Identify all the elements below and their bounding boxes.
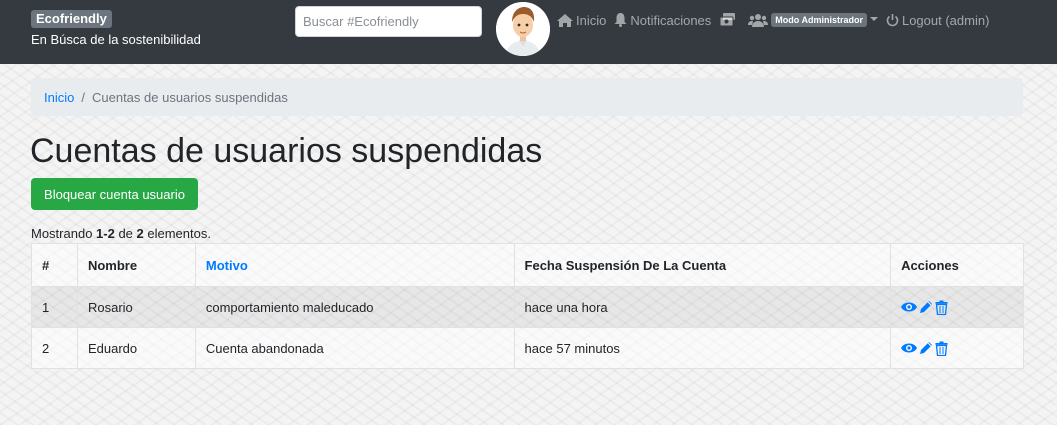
- delete-button[interactable]: [935, 300, 948, 315]
- cell-nombre: Eduardo: [76, 327, 196, 369]
- summary-total: 2: [136, 226, 144, 241]
- nav-admin-mode[interactable]: Modo Administrador: [748, 13, 878, 27]
- column-header-index: #: [31, 243, 78, 287]
- cell-fecha: hace una hora: [513, 286, 892, 328]
- summary-prefix: Mostrando: [31, 226, 97, 241]
- table-header-row: # Nombre Motivo Fecha Suspensión De La C…: [31, 243, 1024, 287]
- cell-motivo: Cuenta abandonada: [194, 327, 515, 369]
- breadcrumb-home[interactable]: Inicio: [44, 90, 74, 105]
- breadcrumb: Inicio / Cuentas de usuarios suspendidas: [31, 78, 1023, 116]
- column-header-motivo[interactable]: Motivo: [194, 243, 515, 287]
- summary-middle: de: [114, 226, 137, 241]
- trash-icon: [935, 341, 948, 356]
- cell-acciones: [890, 286, 1024, 328]
- nav-messages[interactable]: [719, 13, 740, 27]
- pencil-icon: [920, 301, 933, 313]
- summary-suffix: elementos.: [143, 226, 211, 241]
- nav-notifications-label: Notificaciones: [630, 12, 712, 28]
- power-icon: [886, 14, 899, 27]
- view-button[interactable]: [901, 342, 918, 354]
- avatar-image: [496, 2, 550, 56]
- money-icon: [719, 13, 736, 27]
- cell-motivo: comportamiento maleducado: [194, 286, 515, 328]
- delete-button[interactable]: [935, 341, 948, 356]
- eye-icon: [901, 302, 918, 312]
- cell-index: 1: [31, 286, 78, 328]
- cell-acciones: [890, 327, 1024, 369]
- search-input[interactable]: [295, 6, 482, 37]
- edit-button[interactable]: [919, 300, 933, 314]
- brand[interactable]: Ecofriendly En Búsca de la sostenibilida…: [31, 10, 201, 47]
- column-header-nombre: Nombre: [76, 243, 196, 287]
- block-user-button[interactable]: Bloquear cuenta usuario: [31, 178, 198, 210]
- view-button[interactable]: [901, 301, 918, 313]
- avatar[interactable]: [496, 2, 550, 56]
- top-navbar: Ecofriendly En Búsca de la sostenibilida…: [0, 0, 1057, 64]
- cell-nombre: Rosario: [76, 286, 196, 328]
- nav-home-label: Inicio: [576, 12, 607, 28]
- pencil-icon: [920, 342, 933, 354]
- cell-index: 2: [31, 327, 78, 369]
- column-header-fecha: Fecha Suspensión De La Cuenta: [513, 243, 892, 287]
- table-row: 1 Rosario comportamiento maleducado hace…: [31, 286, 1024, 328]
- column-header-acciones: Acciones: [890, 243, 1024, 287]
- results-summary: Mostrando 1-2 de 2 elementos.: [31, 226, 211, 241]
- admin-mode-badge: Modo Administrador: [771, 13, 867, 27]
- nav-logout-label: Logout (admin): [901, 12, 990, 28]
- nav-logout[interactable]: Logout (admin): [886, 13, 989, 28]
- eye-icon: [901, 343, 918, 353]
- suspended-accounts-table: # Nombre Motivo Fecha Suspensión De La C…: [31, 243, 1024, 369]
- chevron-down-icon: [869, 17, 878, 21]
- nav-notifications[interactable]: Notificaciones: [614, 13, 711, 28]
- nav-links: Inicio Notificaciones Modo Administrador…: [557, 11, 997, 29]
- summary-range: 1-2: [96, 226, 115, 241]
- nav-home[interactable]: Inicio: [557, 13, 606, 28]
- edit-button[interactable]: [919, 341, 933, 355]
- trash-icon: [935, 300, 948, 315]
- cell-fecha: hace 57 minutos: [513, 327, 892, 369]
- breadcrumb-separator: /: [81, 89, 85, 105]
- page-title: Cuentas de usuarios suspendidas: [30, 132, 543, 170]
- home-icon: [557, 13, 573, 27]
- bell-icon: [614, 13, 627, 27]
- brand-tagline: En Búsca de la sostenibilidad: [31, 32, 201, 47]
- table-row: 2 Eduardo Cuenta abandonada hace 57 minu…: [31, 327, 1024, 369]
- brand-name[interactable]: Ecofriendly: [31, 10, 112, 28]
- users-icon: [748, 14, 769, 27]
- breadcrumb-current: Cuentas de usuarios suspendidas: [91, 89, 288, 105]
